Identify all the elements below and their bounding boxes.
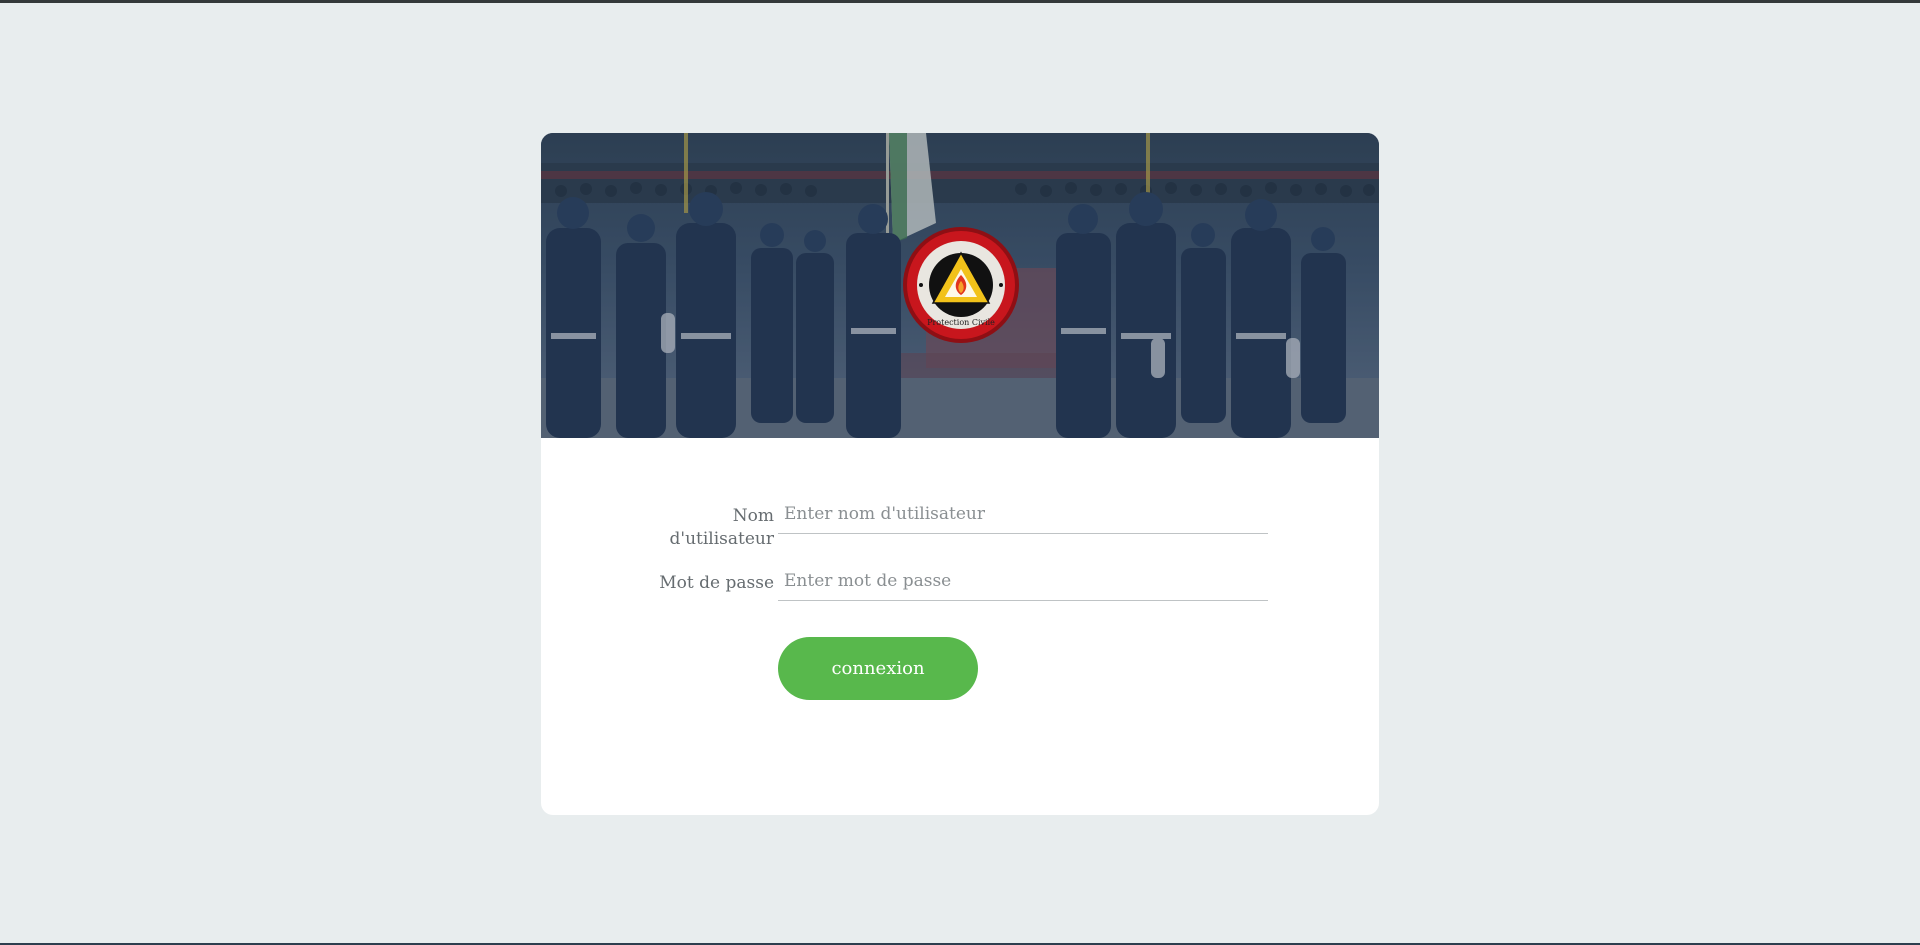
username-input[interactable] <box>778 494 1268 534</box>
protection-civile-emblem-icon: Protection Civile <box>903 227 1019 343</box>
banner-image: Protection Civile <box>541 133 1379 438</box>
login-card: Protection Civile Nom d'utilisateur Mot … <box>541 133 1379 815</box>
window-top-border <box>0 0 1920 3</box>
username-label: Nom d'utilisateur <box>669 506 774 549</box>
emblem-text: Protection Civile <box>927 318 995 327</box>
login-form: Nom d'utilisateur Mot de passe connexion <box>541 438 1379 815</box>
connexion-button[interactable]: connexion <box>778 637 978 700</box>
password-input[interactable] <box>778 561 1268 601</box>
password-label: Mot de passe <box>659 573 774 593</box>
